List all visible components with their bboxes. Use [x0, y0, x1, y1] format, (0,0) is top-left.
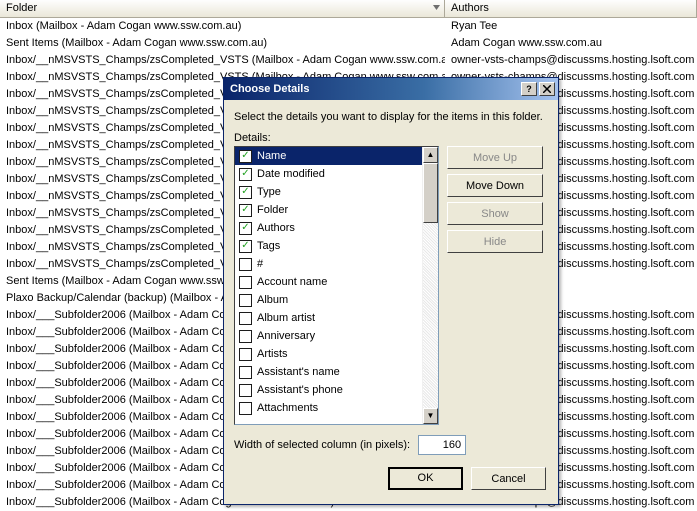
details-label: Details:: [234, 132, 548, 144]
list-item-label: Date modified: [257, 165, 325, 183]
checkbox-icon[interactable]: [239, 366, 252, 379]
cell-authors: owner-vsts-champs@discussms.hosting.lsof…: [445, 52, 697, 69]
checkbox-icon[interactable]: ✓: [239, 186, 252, 199]
checkbox-icon[interactable]: ✓: [239, 240, 252, 253]
list-item-label: Authors: [257, 219, 295, 237]
cell-folder: Inbox/__nMSVSTS_Champs/zsCompleted_VSTS …: [0, 52, 445, 69]
cell-folder: Inbox (Mailbox - Adam Cogan www.ssw.com.…: [0, 18, 445, 35]
show-button[interactable]: Show: [447, 202, 543, 225]
list-item-label: Folder: [257, 201, 288, 219]
list-item[interactable]: ✓ Type: [235, 183, 422, 201]
table-row[interactable]: Inbox (Mailbox - Adam Cogan www.ssw.com.…: [0, 18, 697, 35]
list-item-label: Type: [257, 183, 281, 201]
cell-folder: Sent Items (Mailbox - Adam Cogan www.ssw…: [0, 35, 445, 52]
list-item-label: Name: [257, 147, 286, 165]
dialog-title: Choose Details: [230, 83, 309, 95]
checkbox-icon[interactable]: [239, 258, 252, 271]
checkbox-icon[interactable]: [239, 330, 252, 343]
checkbox-icon[interactable]: ✓: [239, 168, 252, 181]
width-input[interactable]: [418, 435, 466, 455]
list-item-label: Album artist: [257, 309, 315, 327]
scroll-thumb[interactable]: [423, 163, 438, 223]
list-item[interactable]: ✓ Authors: [235, 219, 422, 237]
ok-button[interactable]: OK: [388, 467, 463, 490]
hide-button[interactable]: Hide: [447, 230, 543, 253]
list-item-label: Album: [257, 291, 288, 309]
list-item[interactable]: #: [235, 255, 422, 273]
list-item[interactable]: Anniversary: [235, 327, 422, 345]
list-item[interactable]: Artists: [235, 345, 422, 363]
list-item[interactable]: ✓ Date modified: [235, 165, 422, 183]
checkbox-icon[interactable]: [239, 276, 252, 289]
column-header-label: Folder: [6, 2, 37, 14]
scrollbar[interactable]: ▲ ▼: [422, 147, 438, 424]
scroll-down-icon[interactable]: ▼: [423, 408, 438, 424]
dialog-instruction: Select the details you want to display f…: [234, 110, 548, 124]
list-item-label: #: [257, 255, 263, 273]
list-item[interactable]: Assistant's name: [235, 363, 422, 381]
details-listbox[interactable]: ✓Name✓Date modified✓Type✓Folder✓Authors✓…: [234, 146, 439, 425]
checkbox-icon[interactable]: [239, 348, 252, 361]
grid-header: Folder Authors: [0, 0, 697, 18]
list-item[interactable]: Assistant's phone: [235, 381, 422, 399]
width-label: Width of selected column (in pixels):: [234, 439, 410, 451]
dialog-titlebar[interactable]: Choose Details ?: [224, 78, 558, 100]
list-item-label: Assistant's phone: [257, 381, 343, 399]
move-down-button[interactable]: Move Down: [447, 174, 543, 197]
sort-desc-icon: [433, 5, 440, 12]
list-item[interactable]: Attachments: [235, 399, 422, 417]
checkbox-icon[interactable]: ✓: [239, 204, 252, 217]
list-item-label: Tags: [257, 237, 280, 255]
list-item[interactable]: Album artist: [235, 309, 422, 327]
checkbox-icon[interactable]: ✓: [239, 222, 252, 235]
list-item[interactable]: Album: [235, 291, 422, 309]
list-item[interactable]: ✓ Folder: [235, 201, 422, 219]
side-buttons: Move Up Move Down Show Hide: [447, 146, 543, 425]
column-header-authors[interactable]: Authors: [445, 0, 697, 17]
list-item[interactable]: Account name: [235, 273, 422, 291]
choose-details-dialog: Choose Details ? Select the details you …: [223, 77, 559, 505]
scroll-up-icon[interactable]: ▲: [423, 147, 438, 163]
cell-authors: Adam Cogan www.ssw.com.au: [445, 35, 697, 52]
cancel-button[interactable]: Cancel: [471, 467, 546, 490]
table-row[interactable]: Sent Items (Mailbox - Adam Cogan www.ssw…: [0, 35, 697, 52]
table-row[interactable]: Inbox/__nMSVSTS_Champs/zsCompleted_VSTS …: [0, 52, 697, 69]
scroll-track[interactable]: [423, 163, 438, 408]
checkbox-icon[interactable]: [239, 312, 252, 325]
checkbox-icon[interactable]: [239, 402, 252, 415]
list-item[interactable]: ✓ Tags: [235, 237, 422, 255]
checkbox-icon[interactable]: [239, 384, 252, 397]
list-item-label: Account name: [257, 273, 327, 291]
list-item-label: Artists: [257, 345, 288, 363]
column-header-label: Authors: [451, 2, 489, 14]
close-icon: [543, 85, 551, 93]
column-header-folder[interactable]: Folder: [0, 0, 445, 17]
dialog-body: Select the details you want to display f…: [224, 100, 558, 504]
move-up-button[interactable]: Move Up: [447, 146, 543, 169]
list-item-label: Assistant's name: [257, 363, 340, 381]
help-button[interactable]: ?: [521, 82, 537, 96]
checkbox-icon[interactable]: ✓: [239, 150, 252, 163]
close-button[interactable]: [539, 82, 555, 96]
list-item[interactable]: ✓ Name: [235, 147, 422, 165]
checkbox-icon[interactable]: [239, 294, 252, 307]
list-item-label: Anniversary: [257, 327, 315, 345]
cell-authors: Ryan Tee: [445, 18, 697, 35]
list-item-label: Attachments: [257, 399, 318, 417]
